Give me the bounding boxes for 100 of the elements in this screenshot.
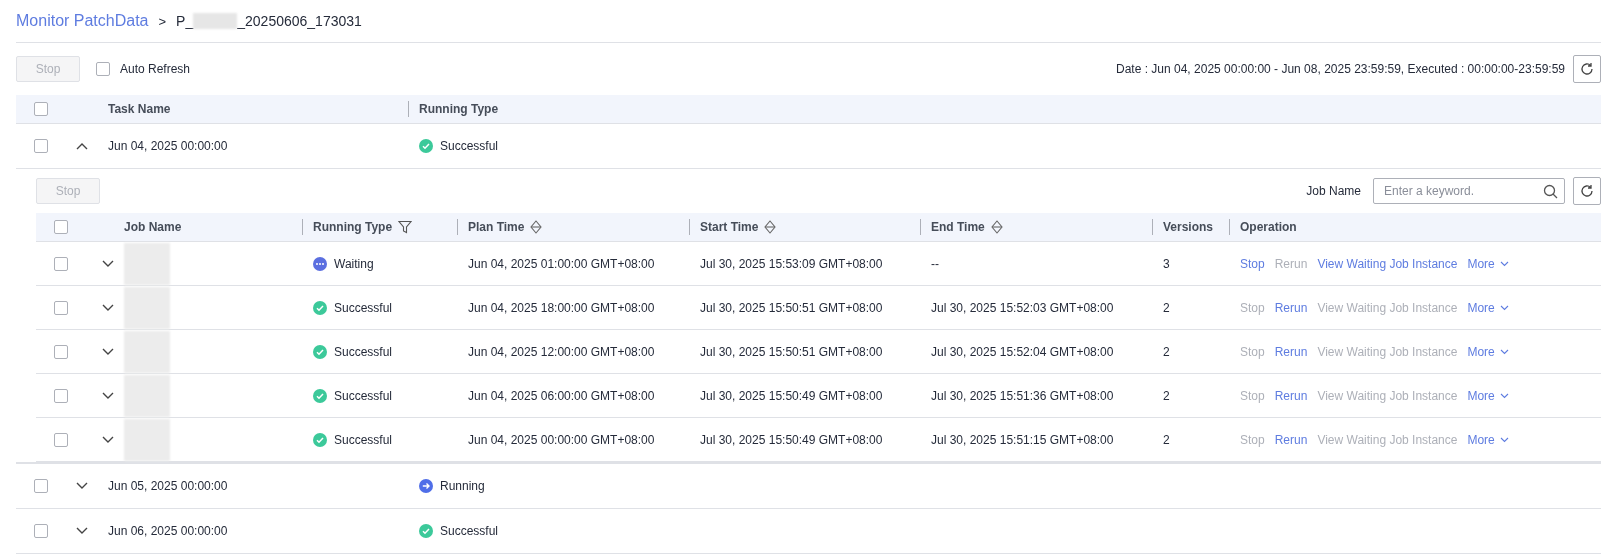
column-header: Versions bbox=[1152, 219, 1229, 235]
column-header: Start Time bbox=[700, 219, 759, 235]
column-header: Running Type bbox=[313, 219, 393, 235]
redaction-block bbox=[124, 286, 170, 329]
versions-cell-text: 3 bbox=[1162, 256, 1171, 271]
select-all-checkbox[interactable] bbox=[34, 102, 48, 116]
breadcrumb-current: P_ bbox=[176, 13, 194, 29]
refresh-icon bbox=[1580, 184, 1594, 198]
filter-icon[interactable] bbox=[398, 220, 413, 234]
running-status-icon bbox=[419, 479, 433, 493]
versions-cell-text: 2 bbox=[1162, 432, 1171, 447]
successful-status-icon bbox=[313, 432, 327, 447]
action-link[interactable]: View Waiting Job Instance bbox=[1317, 256, 1458, 271]
plan-time-cell-text: Jun 04, 2025 06:00:00 GMT+08:00 bbox=[467, 388, 656, 403]
sort-icon[interactable] bbox=[990, 220, 1003, 234]
redaction-block bbox=[124, 374, 170, 417]
status-text: Successful bbox=[334, 300, 393, 315]
row-checkbox[interactable] bbox=[34, 479, 48, 493]
action-link[interactable]: Rerun bbox=[1274, 344, 1308, 359]
end-time-cell-text: Jul 30, 2025 15:52:04 GMT+08:00 bbox=[930, 344, 1115, 359]
start-time-cell-text: Jul 30, 2025 15:50:49 GMT+08:00 bbox=[699, 432, 884, 447]
caret-icon bbox=[1499, 436, 1509, 443]
task-name-cell-text: Jun 04, 2025 00:00:00 bbox=[108, 139, 229, 153]
expand-chevron-icon[interactable] bbox=[76, 482, 88, 490]
breadcrumb-link[interactable]: Monitor PatchData bbox=[16, 12, 149, 30]
auto-refresh-checkbox[interactable] bbox=[96, 62, 110, 76]
row-checkbox[interactable] bbox=[34, 524, 48, 538]
breadcrumb-separator: > bbox=[158, 13, 167, 29]
expand-chevron-icon[interactable] bbox=[102, 347, 114, 356]
successful-status-icon bbox=[419, 524, 433, 538]
sort-icon[interactable] bbox=[530, 220, 543, 234]
end-time-cell-text: Jul 30, 2025 15:51:15 GMT+08:00 bbox=[930, 432, 1115, 447]
refresh-button[interactable] bbox=[1573, 55, 1601, 83]
start-time-cell-text: Jul 30, 2025 15:50:51 GMT+08:00 bbox=[699, 344, 884, 359]
task-name-cell-text: Jun 05, 2025 00:00:00 bbox=[108, 479, 229, 493]
column-header: Plan Time bbox=[468, 219, 525, 235]
auto-refresh-label: Auto Refresh bbox=[120, 62, 191, 76]
caret-icon bbox=[1499, 260, 1509, 267]
row-checkbox[interactable] bbox=[54, 256, 68, 271]
more-dropdown[interactable]: More bbox=[1467, 388, 1509, 403]
row-checkbox[interactable] bbox=[54, 300, 68, 315]
expand-chevron-icon[interactable] bbox=[102, 303, 114, 312]
start-time-cell-text: Jul 30, 2025 15:50:51 GMT+08:00 bbox=[699, 300, 884, 315]
action-link[interactable]: Rerun bbox=[1274, 300, 1308, 315]
plan-time-cell-text: Jun 04, 2025 01:00:00 GMT+08:00 bbox=[467, 256, 656, 271]
expand-chevron-icon[interactable] bbox=[102, 435, 114, 444]
more-dropdown[interactable]: More bbox=[1467, 256, 1509, 271]
status-text: Successful bbox=[334, 432, 393, 447]
status-text: Successful bbox=[440, 524, 499, 538]
start-time-cell-text: Jul 30, 2025 15:50:49 GMT+08:00 bbox=[699, 388, 884, 403]
search-icon bbox=[1543, 184, 1558, 199]
caret-icon bbox=[1499, 304, 1509, 311]
versions-cell-text: 2 bbox=[1162, 300, 1171, 315]
action-link[interactable]: Stop bbox=[1240, 256, 1265, 271]
plan-time-cell-text: Jun 04, 2025 12:00:00 GMT+08:00 bbox=[467, 344, 656, 359]
action-link[interactable]: Rerun bbox=[1274, 388, 1308, 403]
plan-time-cell-text: Jun 04, 2025 00:00:00 GMT+08:00 bbox=[467, 432, 656, 447]
row-checkbox[interactable] bbox=[54, 388, 68, 403]
successful-status-icon bbox=[419, 139, 433, 153]
redaction-block bbox=[124, 330, 170, 373]
caret-icon bbox=[1499, 392, 1509, 399]
column-header: Running Type bbox=[408, 101, 1601, 117]
more-dropdown[interactable]: More bbox=[1467, 300, 1509, 315]
breadcrumb-current: _20250606_173031 bbox=[237, 13, 362, 29]
status-text: Successful bbox=[334, 344, 393, 359]
column-header: End Time bbox=[931, 219, 985, 235]
action-link[interactable]: Rerun bbox=[1274, 432, 1308, 447]
task-name-cell-text: Jun 06, 2025 00:00:00 bbox=[108, 524, 229, 538]
redaction-block bbox=[124, 418, 170, 461]
column-header: Job Name bbox=[123, 220, 183, 234]
successful-status-icon bbox=[313, 300, 327, 315]
search-field[interactable]: Enter a keyword. bbox=[1373, 178, 1565, 204]
refresh-button[interactable] bbox=[1573, 177, 1601, 205]
status-text: Running bbox=[440, 479, 485, 493]
end-time-cell-text: Jul 30, 2025 15:52:03 GMT+08:00 bbox=[930, 300, 1115, 315]
plan-time-cell-text: Jun 04, 2025 18:00:00 GMT+08:00 bbox=[467, 300, 656, 315]
row-checkbox[interactable] bbox=[54, 432, 68, 447]
successful-status-icon bbox=[313, 388, 327, 403]
more-dropdown[interactable]: More bbox=[1467, 344, 1509, 359]
expand-chevron-icon[interactable] bbox=[102, 259, 114, 268]
refresh-icon bbox=[1580, 62, 1594, 76]
sort-icon[interactable] bbox=[764, 220, 777, 234]
end-time-cell-text: -- bbox=[930, 256, 940, 271]
successful-status-icon bbox=[313, 344, 327, 359]
row-checkbox[interactable] bbox=[54, 344, 68, 359]
end-time-cell-text: Jul 30, 2025 15:51:36 GMT+08:00 bbox=[930, 388, 1115, 403]
row-checkbox[interactable] bbox=[34, 139, 48, 153]
select-all-checkbox[interactable] bbox=[54, 220, 68, 234]
more-dropdown[interactable]: More bbox=[1467, 432, 1509, 447]
expand-chevron-icon[interactable] bbox=[76, 527, 88, 535]
status-text: Successful bbox=[334, 388, 393, 403]
expand-chevron-icon[interactable] bbox=[102, 391, 114, 400]
redaction-block bbox=[193, 13, 238, 29]
waiting-status-icon bbox=[313, 256, 327, 271]
status-text: Waiting bbox=[334, 256, 374, 271]
start-time-cell-text: Jul 30, 2025 15:53:09 GMT+08:00 bbox=[699, 256, 884, 271]
caret-icon bbox=[1499, 348, 1509, 355]
collapse-chevron-icon[interactable] bbox=[76, 142, 88, 150]
date-range-text: Date : Jun 04, 2025 00:00:00 - Jun 08, 2025 23:59:59, Executed : 00:00:00-23:59:59 bbox=[1116, 62, 1565, 76]
versions-cell-text: 2 bbox=[1162, 388, 1171, 403]
